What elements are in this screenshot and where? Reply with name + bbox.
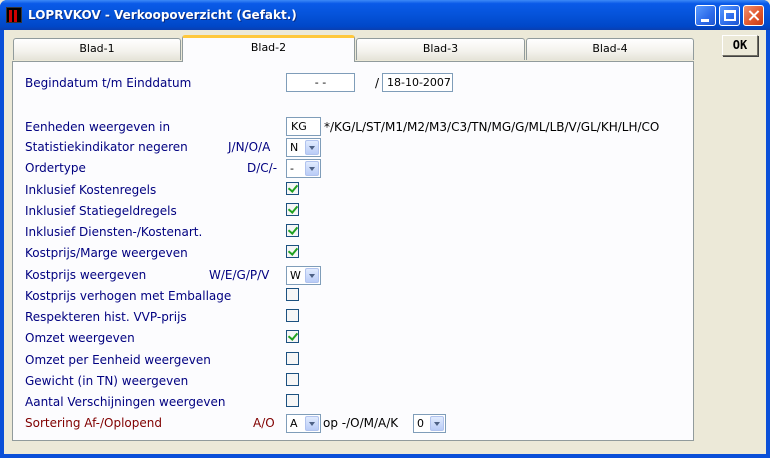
stat-indicator-label: Statistiekindikator negeren — [25, 140, 188, 154]
sorting-select[interactable]: A — [286, 414, 321, 433]
cost-price-label: Kostprijs weergeven — [25, 268, 147, 282]
order-type-hint: D/C/- — [247, 161, 278, 175]
sorting-on-select[interactable]: 0 — [413, 414, 446, 433]
stat-indicator-value: N — [290, 141, 299, 154]
order-type-value: - — [290, 162, 294, 175]
date-range-label: Begindatum t/m Einddatum — [25, 76, 192, 90]
window-title: LOPRVKOV - Verkoopoverzicht (Gefakt.) — [28, 8, 297, 22]
sorting-on-value: 0 — [417, 417, 424, 430]
tab-blad-4[interactable]: Blad-4 — [526, 38, 694, 60]
date-separator: / — [375, 76, 380, 90]
window-client-area: Blad-1 Blad-2 Blad-3 Blad-4 OK Begindatu… — [4, 30, 766, 454]
end-date-field[interactable]: 18-10-2007 — [382, 73, 453, 92]
cost-rules-label: Inklusief Kostenregels — [25, 183, 157, 197]
stat-indicator-select[interactable]: N — [286, 138, 321, 157]
chevron-down-icon[interactable] — [305, 416, 319, 431]
respect-vvp-label: Respekteren hist. VVP-prijs — [25, 310, 187, 324]
units-options-hint: */KG/L/ST/M1/M2/M3/C3/TN/MG/G/ML/LB/V/GL… — [324, 120, 660, 134]
chevron-down-icon[interactable] — [305, 161, 319, 176]
cost-margin-label: Kostprijs/Marge weergeven — [25, 246, 188, 260]
chevron-down-icon[interactable] — [305, 140, 319, 155]
cost-rules-checkbox[interactable] — [286, 182, 299, 195]
order-type-select[interactable]: - — [286, 159, 321, 178]
minimize-icon — [701, 19, 709, 22]
cost-price-hint: W/E/G/P/V — [209, 268, 270, 282]
deposit-rules-label: Inklusief Statiegeldregels — [25, 204, 177, 218]
close-icon — [744, 6, 763, 25]
cost-packaging-checkbox[interactable] — [286, 288, 299, 301]
revenue-unit-label: Omzet per Eenheid weergeven — [25, 353, 211, 367]
revenue-checkbox[interactable] — [286, 330, 299, 343]
chevron-down-icon[interactable] — [305, 268, 319, 283]
units-field[interactable]: KG — [286, 117, 321, 136]
weight-checkbox[interactable] — [286, 373, 299, 386]
application-window: LOPRVKOV - Verkoopoverzicht (Gefakt.) Bl… — [0, 0, 770, 458]
services-checkbox[interactable] — [286, 224, 299, 237]
order-type-label: Ordertype — [25, 161, 86, 175]
minimize-button[interactable] — [695, 5, 716, 26]
maximize-button[interactable] — [719, 5, 740, 26]
stat-indicator-hint: J/N/O/A — [228, 140, 271, 154]
chevron-down-icon[interactable] — [430, 416, 444, 431]
units-label: Eenheden weergeven in — [25, 120, 171, 134]
ok-button[interactable]: OK — [722, 35, 758, 56]
sorting-hint: A/O — [253, 416, 275, 430]
tab-panel-blad-2: Begindatum t/m Einddatum - - / 18-10-200… — [12, 61, 694, 441]
sorting-on-label: op -/O/M/A/K — [323, 416, 399, 430]
sorting-value: A — [290, 417, 298, 430]
app-icon[interactable] — [6, 7, 22, 23]
tab-blad-2[interactable]: Blad-2 — [182, 35, 355, 62]
title-bar[interactable]: LOPRVKOV - Verkoopoverzicht (Gefakt.) — [0, 0, 770, 30]
sorting-label: Sortering Af-/Oplopend — [25, 416, 162, 430]
occurrences-checkbox[interactable] — [286, 394, 299, 407]
revenue-label: Omzet weergeven — [25, 331, 135, 345]
start-date-field[interactable]: - - — [286, 73, 355, 92]
maximize-icon — [724, 10, 736, 21]
deposit-rules-checkbox[interactable] — [286, 203, 299, 216]
tab-blad-1[interactable]: Blad-1 — [13, 38, 181, 60]
cost-margin-checkbox[interactable] — [286, 245, 299, 258]
cost-price-value: W — [290, 269, 301, 282]
revenue-unit-checkbox[interactable] — [286, 352, 299, 365]
services-label: Inklusief Diensten-/Kostenart. — [25, 225, 203, 239]
weight-label: Gewicht (in TN) weergeven — [25, 374, 189, 388]
cost-price-select[interactable]: W — [286, 266, 321, 285]
cost-packaging-label: Kostprijs verhogen met Emballage — [25, 289, 232, 303]
respect-vvp-checkbox[interactable] — [286, 309, 299, 322]
tab-blad-3[interactable]: Blad-3 — [356, 38, 525, 60]
occurrences-label: Aantal Verschijningen weergeven — [25, 395, 226, 409]
close-button[interactable] — [743, 5, 764, 26]
